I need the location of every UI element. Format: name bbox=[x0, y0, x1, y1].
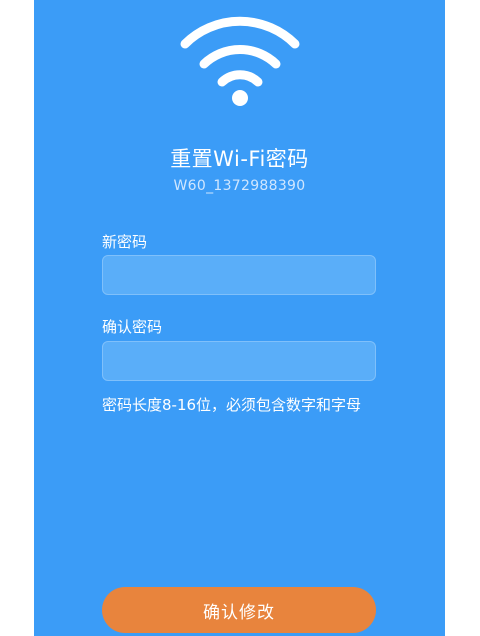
confirm-change-button[interactable]: 确认修改 bbox=[102, 587, 376, 633]
confirm-password-input[interactable] bbox=[102, 341, 376, 381]
device-id-label: W60_1372988390 bbox=[173, 178, 306, 194]
new-password-label: 新密码 bbox=[102, 233, 148, 251]
page-title: 重置Wi-Fi密码 bbox=[170, 147, 309, 171]
wifi-icon bbox=[180, 16, 300, 106]
password-rule-hint: 密码长度8-16位，必须包含数字和字母 bbox=[102, 396, 362, 414]
new-password-input[interactable] bbox=[102, 255, 376, 295]
confirm-password-label: 确认密码 bbox=[102, 318, 163, 336]
page-frame: 重置Wi-Fi密码 W60_1372988390 新密码 确认密码 密码长度8-… bbox=[0, 0, 480, 636]
reset-wifi-screen: 重置Wi-Fi密码 W60_1372988390 新密码 确认密码 密码长度8-… bbox=[34, 0, 445, 636]
